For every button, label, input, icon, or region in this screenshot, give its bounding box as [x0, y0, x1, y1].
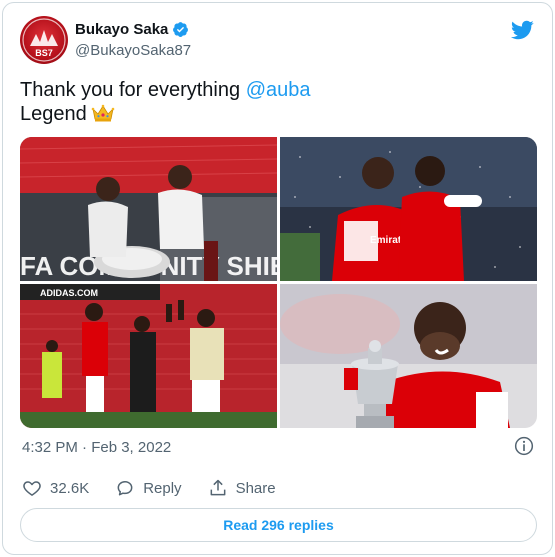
tweet-text: Thank you for everything @auba Legend [20, 78, 310, 126]
photo-3[interactable]: ADIDAS.COM [20, 284, 277, 428]
author-handle[interactable]: @BukayoSaka87 [75, 42, 191, 59]
tweet-text-legend: Legend [20, 103, 87, 125]
crown-emoji-icon [91, 104, 115, 122]
reply-button[interactable]: Reply [115, 478, 182, 498]
like-count: 32.6K [50, 479, 90, 497]
photo-4[interactable] [280, 284, 537, 428]
tweet-line-1: Thank you for everything @auba [20, 78, 310, 102]
photo-1[interactable]: FA FA COMMUNITY SHIELD [20, 137, 277, 281]
avatar[interactable]: BS7 [20, 16, 68, 64]
tweet-timestamp[interactable]: 4:32 PM · Feb 3, 2022 [22, 439, 171, 456]
photo-4-image [280, 284, 537, 428]
photo-2-image: Emirates [280, 137, 537, 281]
author-name-row[interactable]: Bukayo Saka [75, 21, 189, 38]
verified-badge-icon [173, 22, 189, 37]
reply-icon [117, 481, 133, 496]
like-button[interactable]: 32.6K [22, 478, 89, 498]
photo-2[interactable]: Emirates [280, 137, 537, 281]
info-icon[interactable] [514, 436, 534, 456]
photo-1-image: FA FA COMMUNITY SHIELD [20, 137, 277, 281]
mention-link[interactable]: @auba [246, 79, 311, 101]
photo-3-image: ADIDAS.COM [20, 284, 277, 428]
photo-3-board-text: ADIDAS.COM [40, 288, 98, 298]
tweet-actions: 32.6K Reply Share [22, 478, 276, 498]
read-replies-button[interactable]: Read 296 replies [20, 508, 537, 542]
avatar-text: BS7 [35, 48, 53, 58]
share-button[interactable]: Share [208, 478, 276, 498]
heart-icon [23, 481, 41, 496]
share-icon [210, 479, 225, 496]
tweet-line-2: Legend [20, 102, 310, 126]
twitter-bird-icon[interactable] [510, 18, 534, 42]
author-name[interactable]: Bukayo Saka [75, 21, 168, 38]
media-grid: FA FA COMMUNITY SHIELD [20, 137, 537, 428]
share-label: Share [235, 479, 276, 497]
reply-label: Reply [143, 479, 182, 497]
avatar-logo-icon: BS7 [22, 18, 66, 62]
tweet-text-body: Thank you for everything [20, 79, 241, 101]
tweet-card: BS7 Bukayo Saka @BukayoSaka87 Thank you … [2, 2, 553, 555]
